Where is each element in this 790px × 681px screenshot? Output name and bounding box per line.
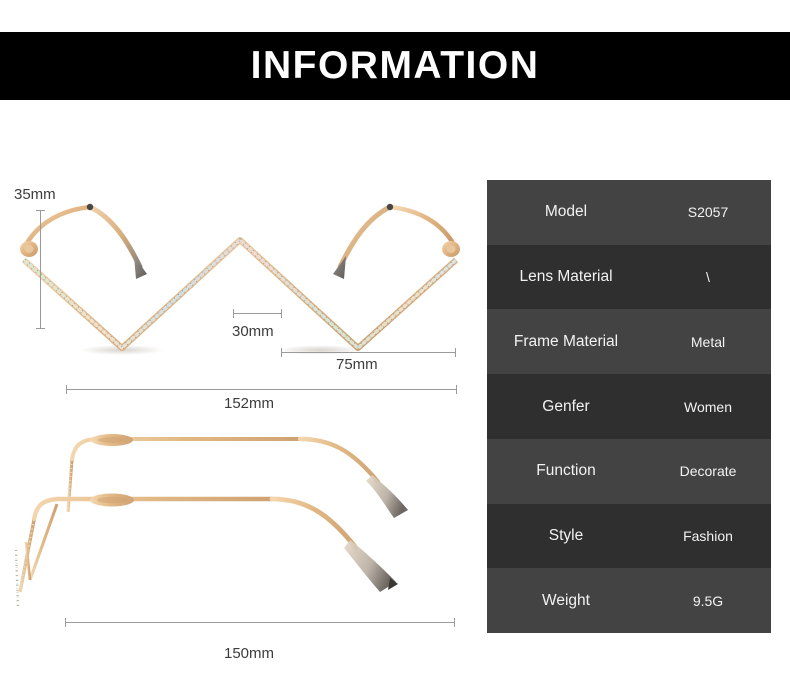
- spec-value-model: S2057: [687, 204, 729, 221]
- dimension-bar-152mm: [66, 385, 457, 394]
- dimension-label-75mm: 75mm: [336, 356, 378, 373]
- spec-label-weight: Weight: [542, 591, 590, 609]
- spec-label-function: Function: [536, 462, 596, 480]
- table-row: Frame Material Metal: [487, 309, 771, 375]
- table-row: Lens Material \: [487, 244, 771, 310]
- spec-value-lens-material: \: [706, 269, 710, 286]
- product-side-view-image: [14, 434, 408, 607]
- table-row: Weight 9.5G: [487, 568, 771, 634]
- spec-value-frame-material: Metal: [690, 333, 726, 350]
- dimension-label-35mm: 35mm: [14, 186, 56, 203]
- page-title: INFORMATION: [250, 44, 540, 87]
- specification-table: Model S2057 Lens Material \ Frame Materi…: [487, 180, 771, 634]
- spec-label-genfer: Genfer: [542, 397, 590, 415]
- dimension-bar-150mm: [65, 618, 455, 627]
- spec-label-frame-material: Frame Material: [513, 332, 619, 350]
- spec-value-genfer: Women: [684, 398, 732, 415]
- dimension-label-150mm: 150mm: [224, 645, 275, 662]
- dimension-label-30mm: 30mm: [232, 323, 274, 340]
- table-row: Style Fashion: [487, 503, 771, 569]
- table-row: Model S2057: [487, 180, 771, 245]
- product-front-view-image: [20, 203, 460, 355]
- header-banner: INFORMATION: [0, 32, 790, 100]
- table-row: Genfer Women: [487, 374, 771, 439]
- spec-label-style: Style: [548, 526, 584, 544]
- spec-label-model: Model: [544, 203, 588, 221]
- dimension-bar-30mm: [233, 309, 282, 318]
- dimension-bar-35mm: [36, 210, 45, 329]
- spec-value-function: Decorate: [679, 463, 737, 480]
- table-row: Function Decorate: [487, 438, 771, 504]
- spec-label-lens-material: Lens Material: [519, 268, 613, 286]
- spec-value-weight: 9.5G: [692, 592, 724, 609]
- product-diagram-panel: 35mm 30mm 75mm 152mm 150mm: [0, 110, 480, 680]
- spec-value-style: Fashion: [683, 527, 733, 544]
- dimension-label-152mm: 152mm: [224, 395, 275, 412]
